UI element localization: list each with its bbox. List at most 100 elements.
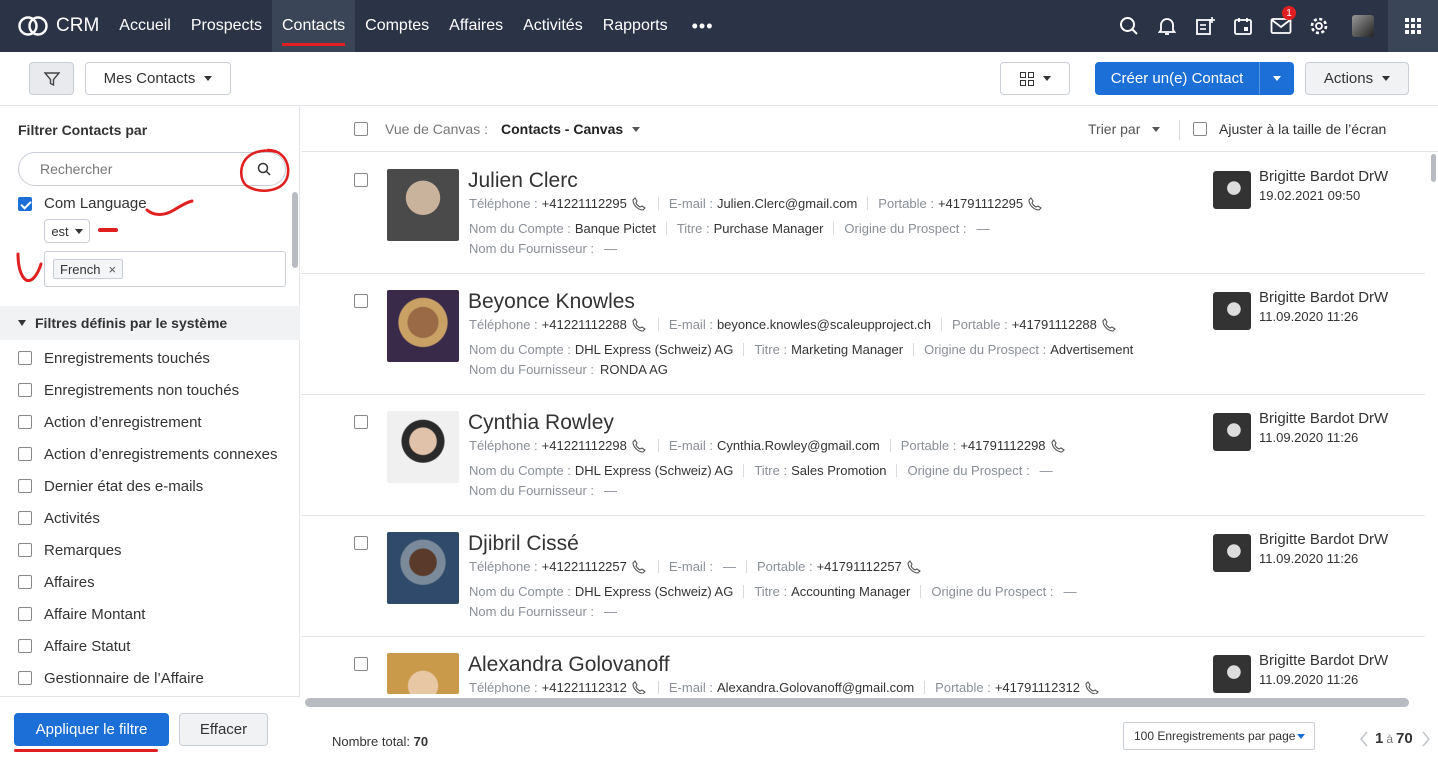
filter-item[interactable]: Activités bbox=[18, 502, 277, 534]
mobile-value[interactable]: +41791112288 bbox=[1012, 317, 1097, 332]
row-checkbox[interactable] bbox=[354, 536, 368, 550]
contact-card[interactable]: Cynthia Rowley Téléphone : +41221112298 E… bbox=[301, 395, 1425, 516]
checkbox[interactable] bbox=[18, 607, 32, 621]
row-checkbox[interactable] bbox=[354, 415, 368, 429]
bell-icon[interactable] bbox=[1148, 0, 1186, 52]
crm-logo[interactable]: CRM bbox=[18, 15, 99, 37]
checkbox[interactable] bbox=[18, 639, 32, 653]
account-value[interactable]: DHL Express (Schweiz) AG bbox=[575, 463, 733, 478]
filter-item[interactable]: Enregistrements touchés bbox=[18, 342, 277, 374]
phone-icon[interactable] bbox=[1050, 438, 1065, 453]
filter-item[interactable]: Dernier état des e-mails bbox=[18, 470, 277, 502]
nav-more-button[interactable]: ••• bbox=[678, 16, 728, 37]
phone-value[interactable]: +41221112288 bbox=[542, 317, 627, 332]
select-all-checkbox[interactable] bbox=[354, 122, 368, 136]
filter-item[interactable]: Action d’enregistrements connexes bbox=[18, 438, 277, 470]
nav-contacts[interactable]: Contacts bbox=[272, 0, 356, 52]
layout-switch-button[interactable] bbox=[1000, 62, 1070, 95]
chevron-left-icon[interactable] bbox=[1359, 731, 1369, 747]
email-value[interactable]: Alexandra.Golovanoff@gmail.com bbox=[717, 680, 914, 694]
per-page-select[interactable]: 100 Enregistrements par page bbox=[1123, 722, 1315, 750]
checkbox[interactable] bbox=[18, 575, 32, 589]
checkbox-checked[interactable] bbox=[18, 196, 32, 211]
create-contact-button[interactable]: Créer un(e) Contact bbox=[1095, 62, 1259, 95]
contact-name[interactable]: Alexandra Golovanoff bbox=[468, 653, 670, 677]
checkbox[interactable] bbox=[18, 543, 32, 557]
contact-name[interactable]: Julien Clerc bbox=[468, 169, 578, 193]
create-contact-dropdown[interactable] bbox=[1259, 62, 1294, 95]
view-select[interactable]: Mes Contacts bbox=[85, 62, 231, 95]
filter-value-input[interactable]: French × bbox=[44, 251, 286, 287]
phone-value[interactable]: +41221112298 bbox=[542, 438, 627, 453]
vertical-scrollbar[interactable] bbox=[1431, 154, 1436, 182]
filter-item[interactable]: Affaire Statut bbox=[18, 630, 277, 662]
search-icon[interactable] bbox=[1110, 0, 1148, 52]
system-filters-header[interactable]: Filtres définis par le système bbox=[0, 306, 300, 340]
owner-name[interactable]: Brigitte Bardot DrW bbox=[1259, 168, 1388, 185]
account-value[interactable]: DHL Express (Schweiz) AG bbox=[575, 342, 733, 357]
chevron-right-icon[interactable] bbox=[1421, 731, 1431, 747]
owner-name[interactable]: Brigitte Bardot DrW bbox=[1259, 410, 1388, 427]
checkbox[interactable] bbox=[18, 479, 32, 493]
nav-rapports[interactable]: Rapports bbox=[593, 0, 678, 52]
contact-card[interactable]: Djibril Cissé Téléphone : +41221112257 E-… bbox=[301, 516, 1425, 637]
account-value[interactable]: Banque Pictet bbox=[575, 221, 656, 236]
nav-prospects[interactable]: Prospects bbox=[181, 0, 272, 52]
user-avatar[interactable] bbox=[1352, 15, 1374, 37]
phone-icon[interactable] bbox=[907, 559, 921, 574]
contact-name[interactable]: Beyonce Knowles bbox=[468, 290, 635, 314]
checkbox[interactable] bbox=[1193, 122, 1207, 136]
phone-icon[interactable] bbox=[1102, 317, 1116, 332]
phone-value[interactable]: +41221112295 bbox=[542, 196, 627, 211]
contact-card[interactable]: Beyonce Knowles Téléphone : +41221112288 … bbox=[301, 274, 1425, 395]
contact-name[interactable]: Cynthia Rowley bbox=[468, 411, 614, 435]
contact-card[interactable]: Julien Clerc Téléphone : +41221112295 E-m… bbox=[301, 153, 1425, 274]
sort-select[interactable]: Trier par bbox=[1088, 121, 1161, 137]
apps-grid-icon[interactable] bbox=[1388, 0, 1438, 52]
owner-name[interactable]: Brigitte Bardot DrW bbox=[1259, 531, 1388, 548]
email-value[interactable]: Cynthia.Rowley@gmail.com bbox=[717, 438, 880, 453]
contact-card[interactable]: Alexandra Golovanoff Téléphone : +4122111… bbox=[301, 637, 1425, 694]
checkbox[interactable] bbox=[18, 415, 32, 429]
mobile-value[interactable]: +41791112257 bbox=[817, 559, 902, 574]
calendar-icon[interactable] bbox=[1224, 0, 1262, 52]
filter-item[interactable]: Affaires bbox=[18, 566, 277, 598]
apply-filter-button[interactable]: Appliquer le filtre bbox=[14, 713, 169, 746]
row-checkbox[interactable] bbox=[354, 173, 368, 187]
checkbox[interactable] bbox=[18, 351, 32, 365]
canvas-view-select[interactable]: Contacts - Canvas bbox=[501, 121, 641, 137]
checkbox[interactable] bbox=[18, 511, 32, 525]
actions-button[interactable]: Actions bbox=[1305, 62, 1409, 95]
owner-name[interactable]: Brigitte Bardot DrW bbox=[1259, 652, 1388, 669]
phone-icon[interactable] bbox=[632, 680, 646, 695]
phone-icon[interactable] bbox=[632, 196, 646, 211]
account-value[interactable]: DHL Express (Schweiz) AG bbox=[575, 584, 733, 599]
phone-icon[interactable] bbox=[632, 559, 646, 574]
sidebar-scrollbar[interactable] bbox=[292, 192, 298, 268]
clear-filter-button[interactable]: Effacer bbox=[179, 713, 268, 746]
checkbox[interactable] bbox=[18, 447, 32, 461]
email-value[interactable]: beyonce.knowles@scaleupproject.ch bbox=[717, 317, 931, 332]
mobile-value[interactable]: +41791112295 bbox=[938, 196, 1023, 211]
filter-item[interactable]: Gestionnaire de l’Affaire bbox=[18, 662, 277, 694]
nav-comptes[interactable]: Comptes bbox=[355, 0, 439, 52]
filter-toggle-button[interactable] bbox=[29, 62, 74, 95]
checkbox[interactable] bbox=[18, 383, 32, 397]
horizontal-scrollbar[interactable] bbox=[305, 698, 1409, 707]
gear-icon[interactable] bbox=[1300, 0, 1338, 52]
phone-icon[interactable] bbox=[1028, 196, 1043, 211]
mobile-value[interactable]: +41791112312 bbox=[995, 680, 1080, 694]
nav-activites[interactable]: Activités bbox=[513, 0, 593, 52]
filter-item[interactable]: Enregistrements non touchés bbox=[18, 374, 277, 406]
phone-icon[interactable] bbox=[632, 317, 646, 332]
mobile-value[interactable]: +41791112298 bbox=[960, 438, 1045, 453]
nav-accueil[interactable]: Accueil bbox=[109, 0, 181, 52]
phone-value[interactable]: +41221112257 bbox=[542, 559, 627, 574]
contact-name[interactable]: Djibril Cissé bbox=[468, 532, 579, 556]
nav-affaires[interactable]: Affaires bbox=[439, 0, 513, 52]
filter-com-language[interactable]: Com Language bbox=[18, 195, 147, 212]
fit-to-screen-toggle[interactable]: Ajuster à la taille de l’écran bbox=[1193, 121, 1386, 137]
row-checkbox[interactable] bbox=[354, 294, 368, 308]
mail-icon[interactable]: 1 bbox=[1262, 0, 1300, 52]
email-value[interactable]: Julien.Clerc@gmail.com bbox=[717, 196, 857, 211]
